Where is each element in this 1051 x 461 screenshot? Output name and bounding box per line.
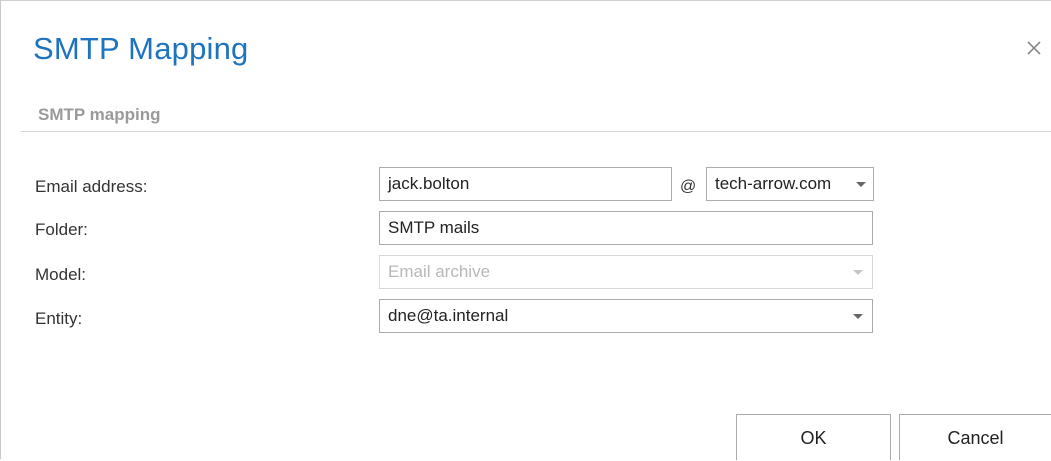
section-heading: SMTP mapping [38, 105, 161, 124]
cancel-button[interactable]: Cancel [899, 414, 1051, 460]
smtp-mapping-dialog: SMTP Mapping SMTP mapping Email address:… [0, 0, 1051, 460]
chevron-down-icon [853, 270, 863, 275]
close-icon [1027, 41, 1041, 55]
entity-label: Entity: [35, 309, 83, 328]
chevron-down-icon [853, 314, 863, 319]
email-address-label: Email address: [35, 177, 148, 196]
dialog-title: SMTP Mapping [33, 31, 249, 66]
email-domain-select[interactable]: tech-arrow.com [706, 167, 874, 201]
chevron-down-icon [856, 182, 866, 187]
folder-label: Folder: [35, 220, 88, 239]
model-value: Email archive [388, 262, 491, 281]
section-divider [21, 131, 1051, 132]
model-select: Email archive [379, 255, 873, 289]
ok-button[interactable]: OK [736, 414, 891, 460]
entity-value: dne@ta.internal [388, 306, 509, 325]
folder-input[interactable]: SMTP mails [379, 211, 873, 245]
close-button[interactable] [1021, 35, 1047, 61]
email-domain-value: tech-arrow.com [715, 174, 832, 193]
email-local-part-input[interactable]: jack.bolton [379, 167, 672, 201]
at-symbol: @ [680, 178, 697, 195]
entity-select[interactable]: dne@ta.internal [379, 299, 873, 333]
model-label: Model: [35, 265, 87, 284]
